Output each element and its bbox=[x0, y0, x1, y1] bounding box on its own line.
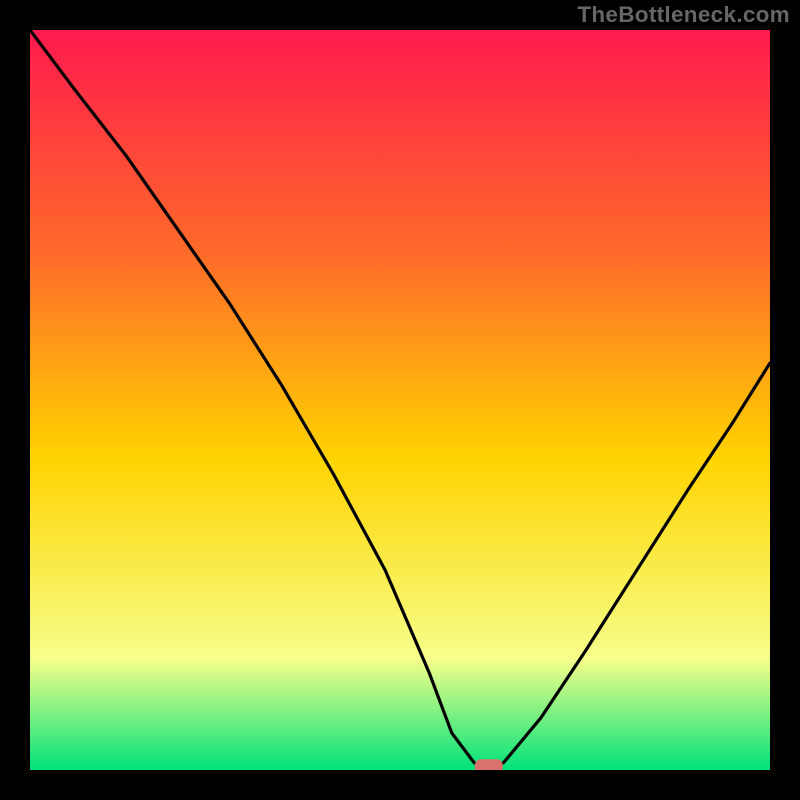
optimal-marker bbox=[475, 759, 503, 770]
plot-area bbox=[30, 30, 770, 770]
chart-frame: TheBottleneck.com bbox=[0, 0, 800, 800]
gradient-background bbox=[30, 30, 770, 770]
watermark-text: TheBottleneck.com bbox=[577, 2, 790, 28]
plot-svg bbox=[30, 30, 770, 770]
